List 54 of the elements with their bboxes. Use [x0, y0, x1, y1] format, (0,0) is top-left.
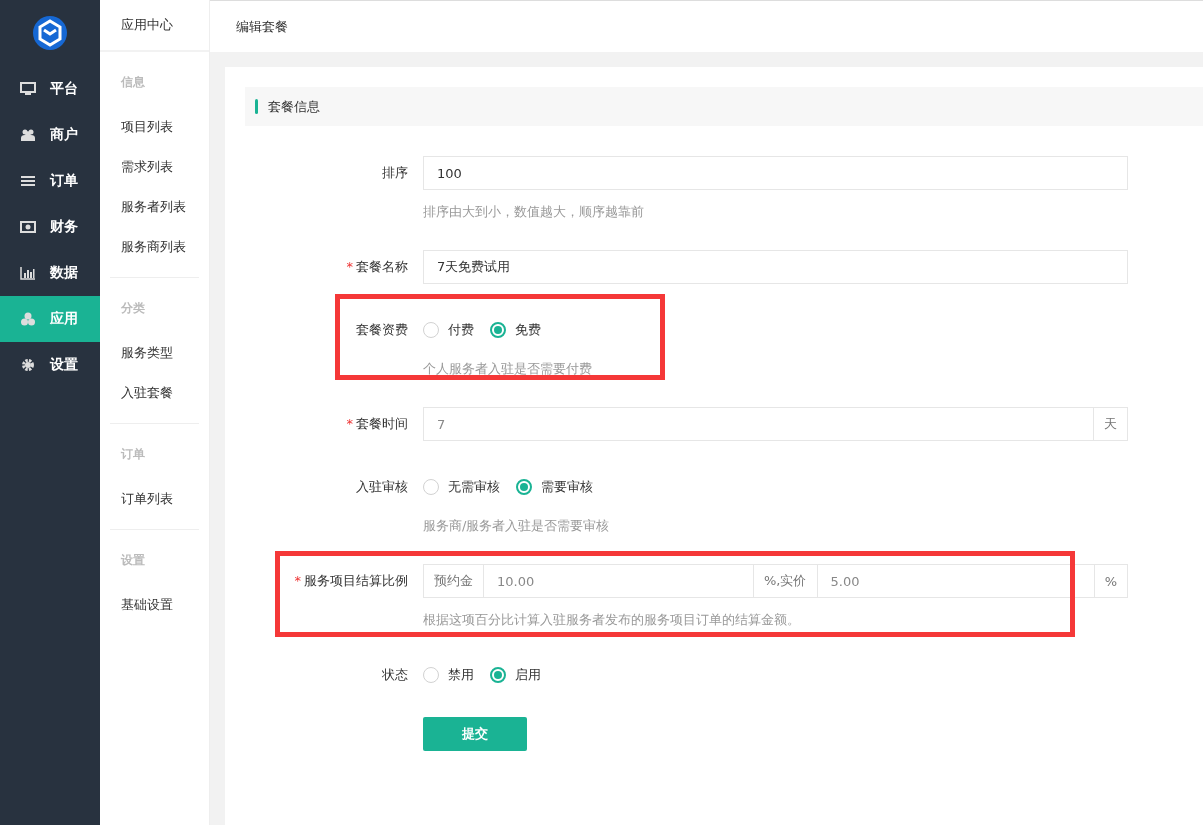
- subnav-item[interactable]: 订单列表: [110, 479, 199, 519]
- help-text: 根据这项百分比计算入驻服务者发布的服务项目订单的结算金额。: [423, 611, 801, 629]
- subnav-item[interactable]: 项目列表: [110, 107, 199, 147]
- sidebar-item[interactable]: 订单: [0, 158, 100, 204]
- input-field[interactable]: 100: [423, 156, 1128, 190]
- page-title: 编辑套餐: [236, 17, 288, 36]
- input-addon: %,实价: [753, 565, 818, 597]
- field-label: * 套餐时间: [345, 415, 409, 433]
- settings-icon: [20, 357, 36, 373]
- sidebar-item[interactable]: 商户: [0, 112, 100, 158]
- help-text: 排序由大到小，数值越大，顺序越靠前: [423, 203, 645, 221]
- field-label: * 套餐名称: [345, 258, 409, 276]
- banknote-icon: [20, 219, 36, 235]
- sidebar-item[interactable]: 设置: [0, 342, 100, 388]
- group-heading: 信息: [119, 74, 146, 91]
- group-heading: 设置: [119, 552, 146, 569]
- radio-button[interactable]: [490, 322, 506, 338]
- subnav-item[interactable]: 服务商列表: [110, 227, 199, 267]
- help-text: 个人服务者入驻是否需要付费: [423, 360, 593, 378]
- users-icon: [20, 127, 36, 143]
- sidebar-item[interactable]: 平台: [0, 66, 100, 112]
- required-mark: *: [346, 259, 353, 274]
- subnav-item[interactable]: 入驻套餐: [110, 373, 199, 413]
- group-heading: 订单: [119, 446, 146, 463]
- radio-button[interactable]: [516, 479, 532, 495]
- group-heading: 分类: [120, 300, 146, 317]
- required-mark: *: [346, 416, 353, 431]
- subnav-item[interactable]: 基础设置: [110, 585, 199, 625]
- radio-button[interactable]: [490, 667, 506, 683]
- required-mark: *: [294, 573, 301, 588]
- radio-option[interactable]: 无需审核: [423, 478, 500, 496]
- field-label: 套餐资费: [355, 321, 409, 339]
- field-label: 入驻审核: [355, 478, 409, 496]
- sidebar-item[interactable]: 数据: [0, 250, 100, 296]
- cubes-icon: [20, 311, 36, 327]
- bar-chart-icon: [20, 265, 36, 281]
- subnav-item[interactable]: 需求列表: [110, 147, 199, 187]
- field-label: * 服务项目结算比例: [293, 572, 409, 590]
- sidebar-item[interactable]: 财务: [0, 204, 100, 250]
- field-label: 排序: [381, 164, 409, 182]
- list-icon: [20, 173, 36, 189]
- subnav-item[interactable]: 服务类型: [110, 333, 199, 373]
- field-label: 状态: [381, 666, 409, 684]
- help-text: 服务商/服务者入驻是否需要审核: [423, 517, 611, 535]
- cube-logo-icon: [32, 15, 68, 51]
- radio-option[interactable]: 启用: [490, 666, 541, 684]
- radio-option[interactable]: 付费: [423, 321, 474, 339]
- radio-option[interactable]: 禁用: [423, 666, 474, 684]
- radio-option[interactable]: 免费: [490, 321, 541, 339]
- section-title: 套餐信息: [268, 97, 320, 116]
- input-field[interactable]: 7天免费试用: [423, 250, 1128, 284]
- radio-option[interactable]: 需要审核: [516, 478, 593, 496]
- monitor-icon: [20, 81, 36, 97]
- subnav-item[interactable]: 服务者列表: [110, 187, 199, 227]
